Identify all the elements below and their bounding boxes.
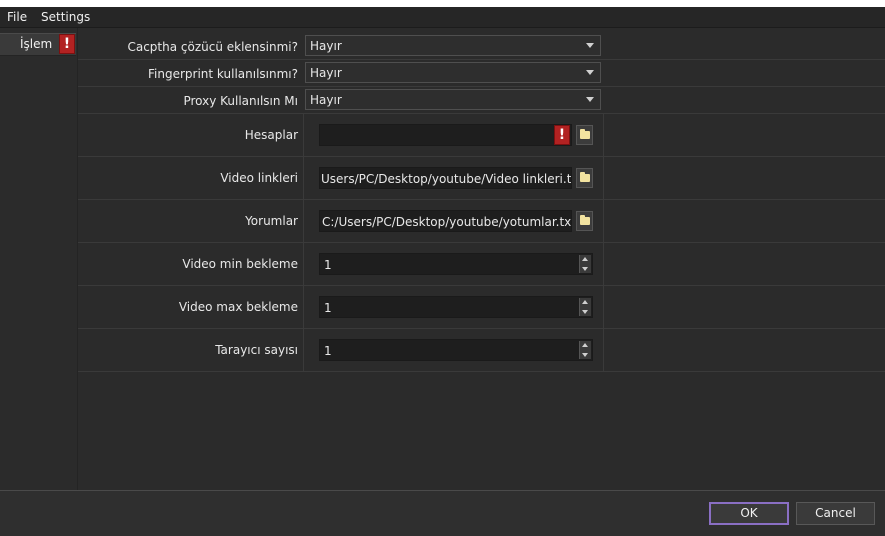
captcha-select[interactable]: Hayır [305,35,601,56]
yorumlar-label: Yorumlar [245,214,298,228]
row-yorumlar: Yorumlar C:/Users/PC/Desktop/youtube/yot… [78,200,885,243]
menu-settings[interactable]: Settings [39,9,92,25]
fingerprint-select-value: Hayır [310,66,342,80]
column-separator [303,286,304,328]
video-links-path-value: Users/PC/Desktop/youtube/Video linkleri.… [321,172,572,186]
top-strip [0,0,885,7]
browser-count-spinbox[interactable]: 1 [319,339,593,361]
chevron-down-icon [586,43,594,48]
hesaplar-label: Hesaplar [244,128,298,142]
hesaplar-path-input[interactable] [319,124,572,146]
row-fingerprint: Fingerprint kullanılsınmı? Hayır [78,60,885,87]
sidebar-item-islem[interactable]: İşlem ! [0,33,76,56]
video-max-spinbox[interactable]: 1 [319,296,593,318]
column-separator [603,243,604,285]
spin-buttons[interactable] [579,341,591,359]
yorumlar-browse-button[interactable] [576,211,593,231]
video-min-spinbox[interactable]: 1 [319,253,593,275]
folder-icon [580,215,590,225]
spin-buttons[interactable] [579,255,591,273]
row-proxy: Proxy Kullanılsın Mı Hayır [78,87,885,114]
captcha-select-value: Hayır [310,39,342,53]
arrow-down-icon[interactable] [582,310,588,314]
column-separator [603,329,604,371]
video-min-value: 1 [324,258,332,272]
arrow-up-icon[interactable] [582,300,588,304]
column-separator [603,114,604,156]
yorumlar-path-input[interactable]: C:/Users/PC/Desktop/youtube/yotumlar.txt [319,210,572,232]
row-video-links: Video linkleri Users/PC/Desktop/youtube/… [78,157,885,200]
column-separator [603,157,604,199]
menu-file[interactable]: File [5,9,29,25]
video-max-label: Video max bekleme [178,300,298,314]
proxy-select-value: Hayır [310,93,342,107]
row-captcha: Cacptha çözücü eklensinmi? Hayır [78,33,885,60]
ok-button[interactable]: OK [709,502,789,525]
row-video-max: Video max bekleme 1 [78,286,885,329]
video-links-browse-button[interactable] [576,168,593,188]
warning-icon: ! [554,125,570,145]
column-separator [303,243,304,285]
sidebar-item-label: İşlem [20,37,53,51]
menu-bar: File Settings [0,7,885,28]
settings-window: File Settings İşlem ! Cacptha çözücü ekl… [0,7,885,536]
chevron-down-icon [586,70,594,75]
dialog-footer: OK Cancel [0,490,885,536]
column-separator [303,157,304,199]
warning-icon: ! [59,34,75,54]
proxy-label: Proxy Kullanılsın Mı [183,94,298,108]
captcha-label: Cacptha çözücü eklensinmi? [127,40,298,54]
arrow-down-icon[interactable] [582,353,588,357]
arrow-up-icon[interactable] [582,257,588,261]
yorumlar-path-value: C:/Users/PC/Desktop/youtube/yotumlar.txt [322,215,572,229]
hesaplar-browse-button[interactable] [576,125,593,145]
video-links-path-input[interactable]: Users/PC/Desktop/youtube/Video linkleri.… [319,167,572,189]
row-hesaplar: Hesaplar ! [78,114,885,157]
settings-form: Cacptha çözücü eklensinmi? Hayır Fingerp… [78,28,885,490]
chevron-down-icon [586,97,594,102]
proxy-select[interactable]: Hayır [305,89,601,110]
cancel-button[interactable]: Cancel [796,502,875,525]
column-separator [603,286,604,328]
spin-buttons[interactable] [579,298,591,316]
folder-icon [580,129,590,139]
sidebar: İşlem ! [0,28,78,490]
video-min-label: Video min bekleme [182,257,298,271]
folder-icon [580,172,590,182]
video-max-value: 1 [324,301,332,315]
arrow-up-icon[interactable] [582,343,588,347]
column-separator [603,200,604,242]
video-links-label: Video linkleri [220,171,298,185]
column-separator [303,200,304,242]
column-separator [303,329,304,371]
column-separator [303,114,304,156]
fingerprint-select[interactable]: Hayır [305,62,601,83]
fingerprint-label: Fingerprint kullanılsınmı? [148,67,298,81]
arrow-down-icon[interactable] [582,267,588,271]
row-browser-count: Tarayıcı sayısı 1 [78,329,885,372]
browser-count-value: 1 [324,344,332,358]
row-video-min: Video min bekleme 1 [78,243,885,286]
browser-count-label: Tarayıcı sayısı [215,343,298,357]
